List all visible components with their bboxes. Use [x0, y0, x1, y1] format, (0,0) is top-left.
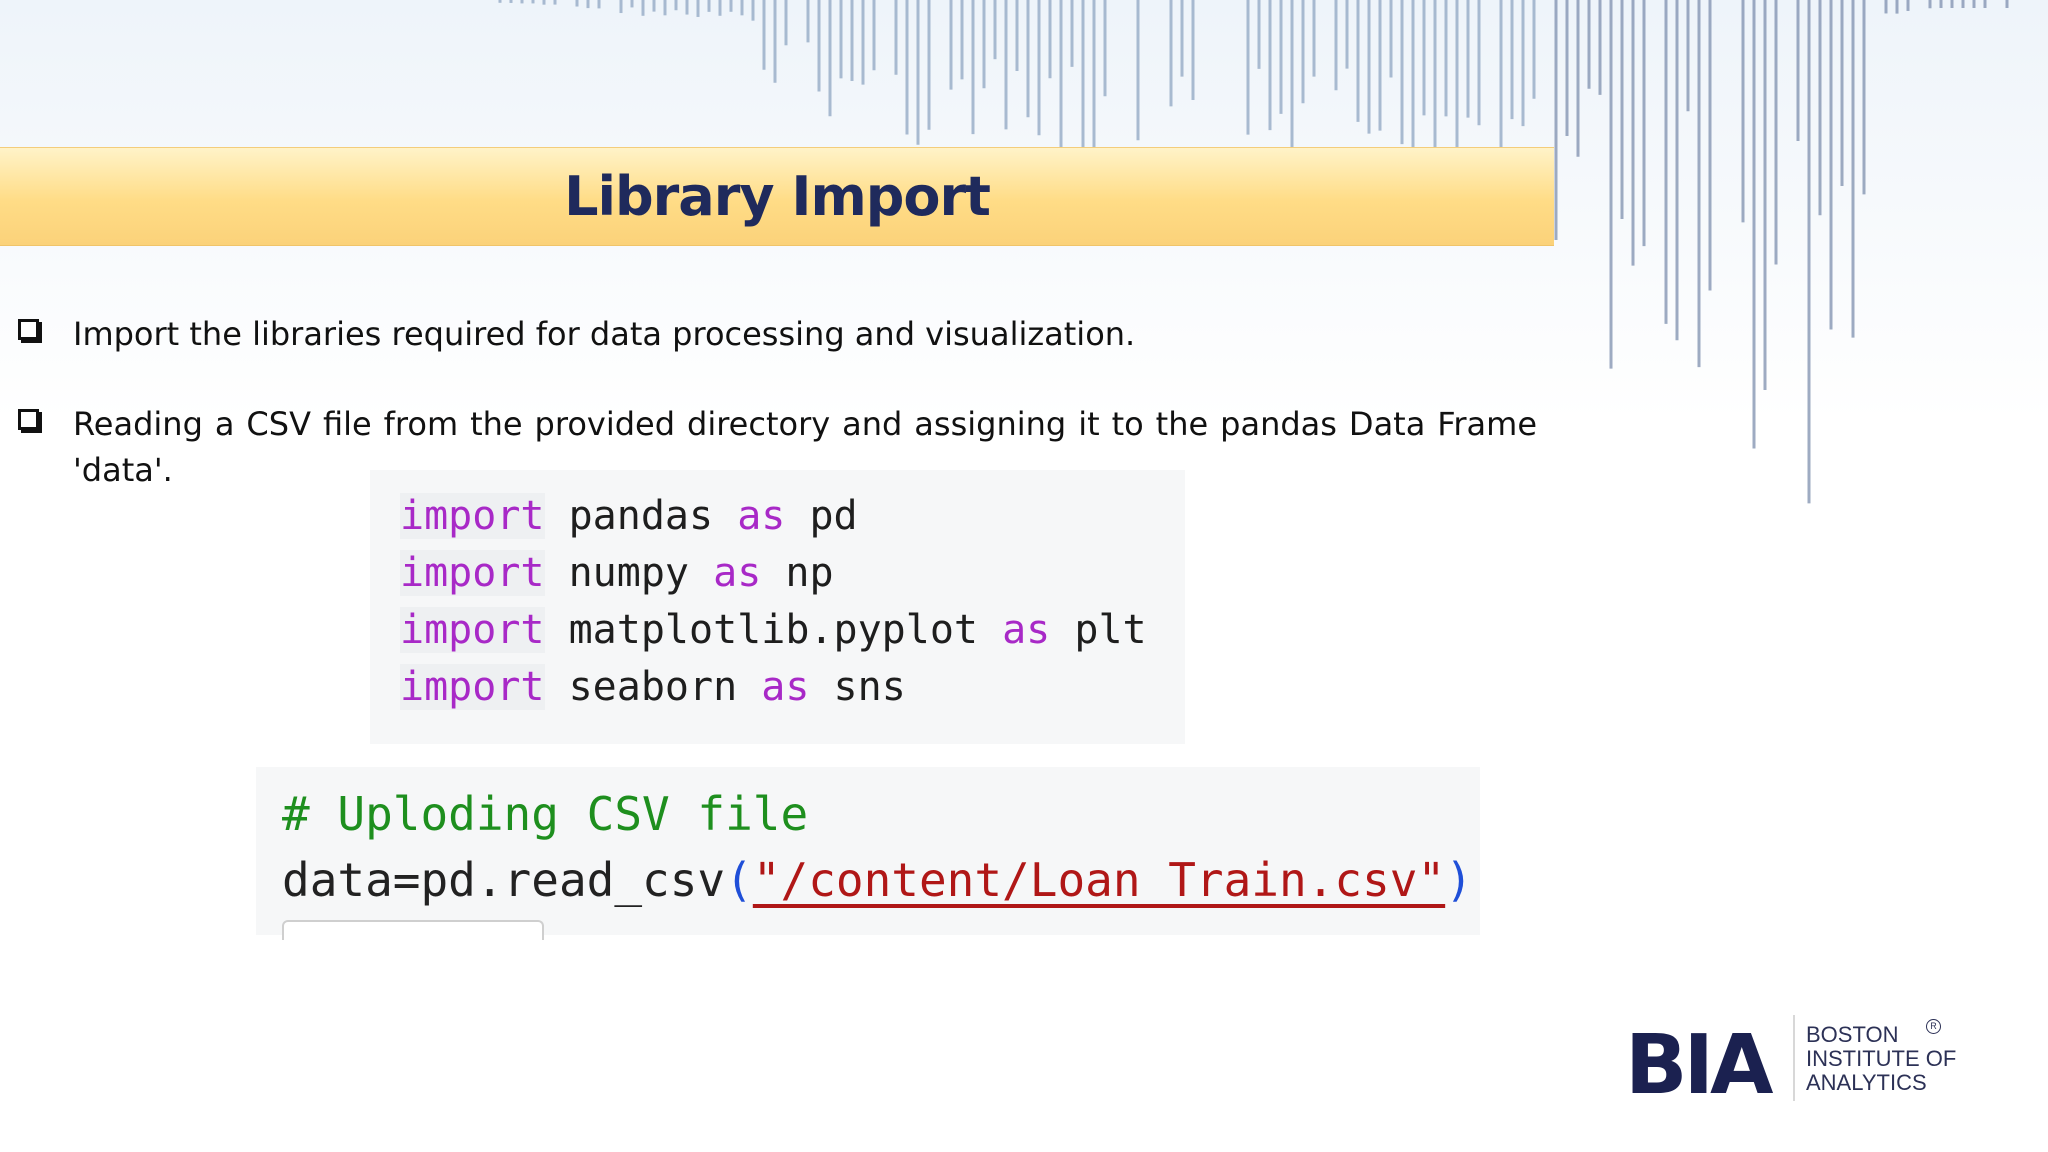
read-csv-call: data=pd.read_csv [282, 853, 726, 907]
import-keyword: import [400, 607, 545, 653]
import-code-block: import pandas as pd import numpy as np i… [370, 470, 1185, 744]
module-alias: plt [1074, 607, 1147, 653]
as-keyword: as [1002, 607, 1051, 653]
module-alias: pd [809, 493, 858, 539]
as-keyword: as [737, 493, 786, 539]
registered-mark-icon: R [1926, 1019, 1941, 1034]
bia-logo: BIA BOSTON INSTITUTE OF ANALYTICS R [1625, 1015, 1965, 1115]
title-banner: Library Import [0, 147, 1554, 246]
module-name: matplotlib.pyplot [568, 607, 978, 653]
bullet-item-1: Import the libraries required for data p… [18, 311, 1538, 357]
csv-path-string: "/content/Loan_Train.csv" [752, 853, 1446, 907]
output-cell-edge [282, 920, 544, 940]
as-keyword: as [713, 550, 762, 596]
module-name: seaborn [568, 664, 738, 710]
bullet-text-1: Import the libraries required for data p… [73, 315, 1136, 353]
logo-divider [1793, 1015, 1795, 1101]
code-line-matplotlib: import matplotlib.pyplot as plt [400, 602, 1185, 659]
open-paren: ( [725, 853, 753, 907]
checkbox-bullet-icon [18, 319, 39, 340]
module-alias: np [785, 550, 834, 596]
code-line-pandas: import pandas as pd [400, 488, 1185, 545]
logo-line-2: INSTITUTE OF [1806, 1046, 1957, 1071]
code-line-numpy: import numpy as np [400, 545, 1185, 602]
logo-mark: BIA [1625, 1018, 1773, 1113]
code-line-read-csv: data=pd.read_csv("/content/Loan_Train.cs… [282, 847, 1480, 913]
read-csv-code-block: # Uploding CSV file data=pd.read_csv("/c… [256, 767, 1480, 935]
module-alias: sns [833, 664, 906, 710]
as-keyword: as [761, 664, 810, 710]
module-name: numpy [568, 550, 690, 596]
import-keyword: import [400, 550, 545, 596]
import-keyword: import [400, 493, 545, 539]
import-keyword: import [400, 664, 545, 710]
module-name: pandas [568, 493, 714, 539]
code-comment: # Uploding CSV file [282, 787, 809, 841]
code-line-seaborn: import seaborn as sns [400, 659, 1185, 716]
slide-title: Library Import [564, 165, 991, 228]
logo-line-3: ANALYTICS [1806, 1070, 1927, 1095]
checkbox-bullet-icon [18, 409, 39, 430]
close-paren: ) [1445, 853, 1473, 907]
